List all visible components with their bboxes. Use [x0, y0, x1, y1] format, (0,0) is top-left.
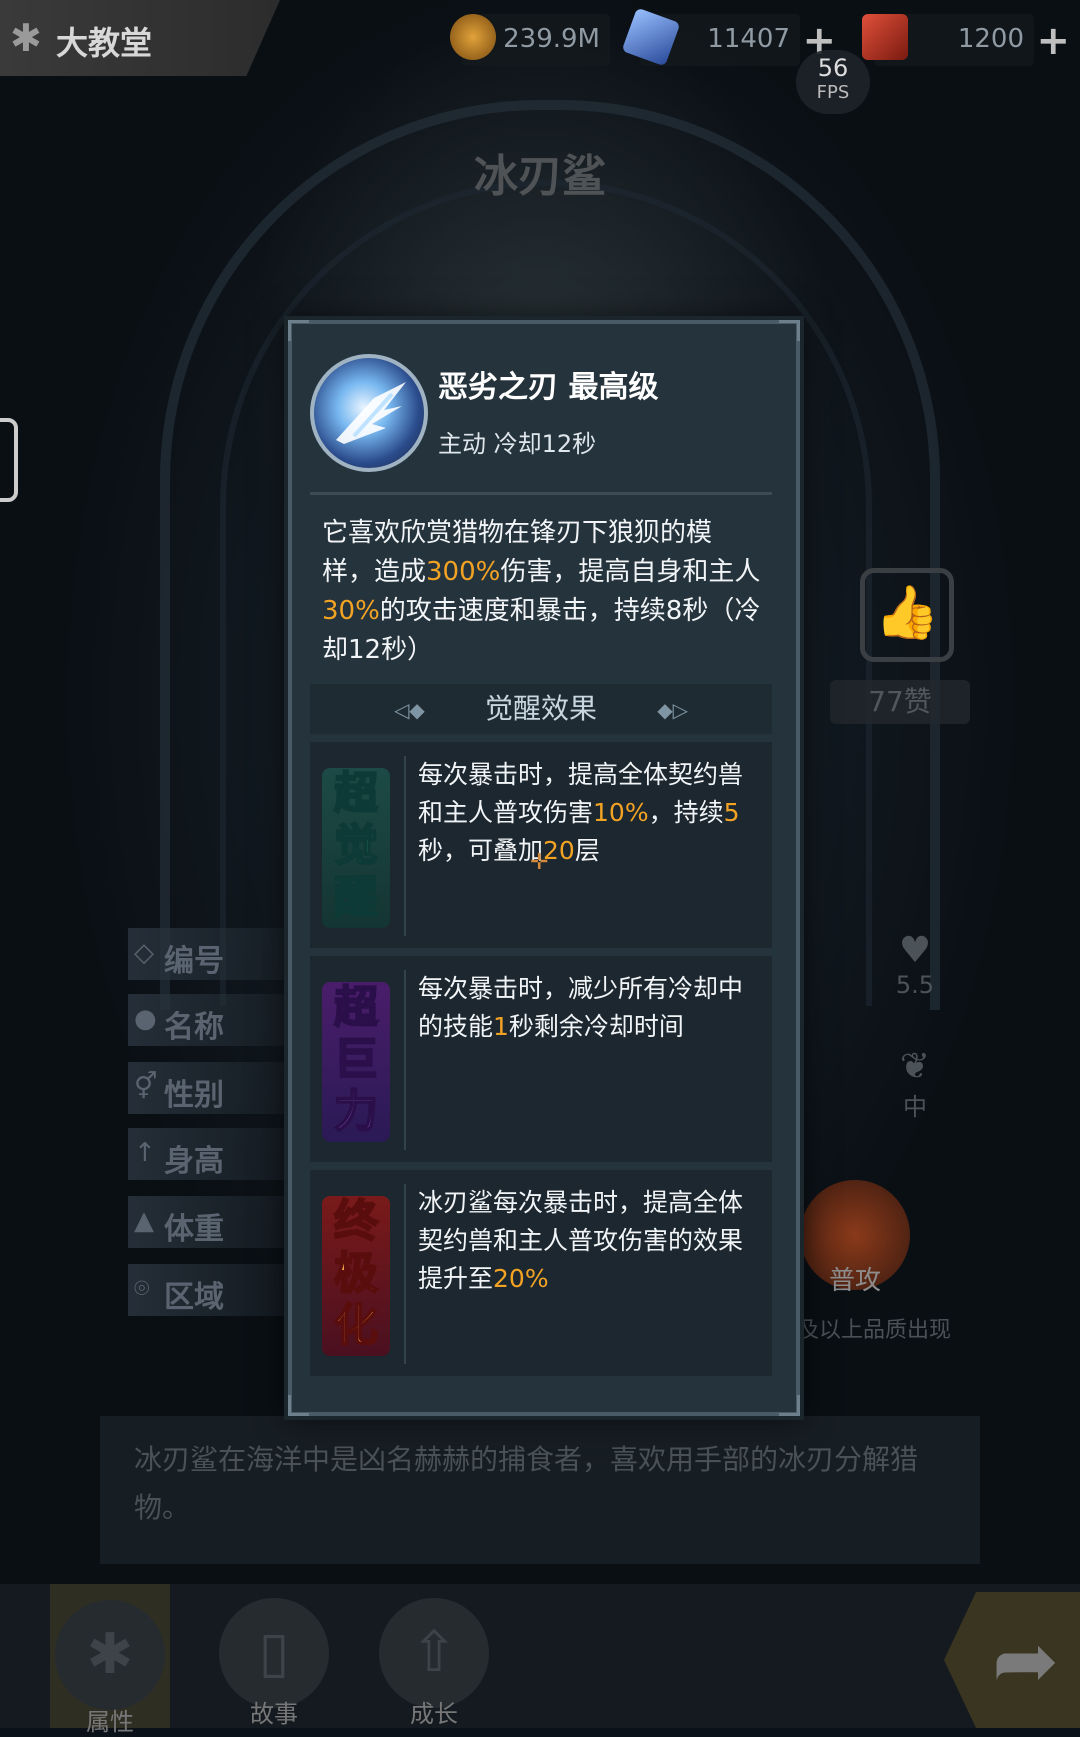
diamond-icon: ◇: [134, 938, 154, 968]
ticket-value: 1200: [957, 24, 1024, 54]
crystal-value: 11407: [707, 24, 790, 54]
weight-icon: ▲: [134, 1206, 154, 1236]
crosshair-cursor-icon: ✛: [530, 850, 549, 875]
divider: [404, 1184, 406, 1364]
character-description-box: 冰刃鲨在海洋中是凶名赫赫的捕食者，喜欢用手部的冰刃分解猎物。: [100, 1416, 980, 1564]
crystal-icon: [621, 7, 681, 67]
skill-cooldown: 主动 冷却12秒: [438, 430, 597, 458]
like-button[interactable]: 👍: [860, 568, 954, 662]
divider: [404, 970, 406, 1150]
forward-arrow-icon: ➦: [992, 1614, 1060, 1707]
side-handle[interactable]: [0, 418, 18, 502]
super-awaken-badge: 超觉醒: [322, 767, 390, 928]
tab-attributes[interactable]: ✱ 属性: [50, 1584, 170, 1736]
speed-stat: ❦ 中: [888, 1046, 942, 1122]
quality-note: 白及以上品质出现: [775, 1318, 952, 1343]
skill-description: 它喜欢欣赏猎物在锋刃下狼狈的模样，造成300%伤害，提高自身和主人30%的攻击速…: [322, 518, 761, 665]
awaken-row-3: 终极化 冰刃鲨每次暴击时，提高全体契约兽和主人普攻伤害的效果提升至20%: [310, 1170, 772, 1376]
fps-label: FPS: [816, 82, 850, 103]
book-icon: ▯: [219, 1598, 329, 1708]
divider: [404, 756, 406, 936]
awaken-title: 觉醒效果: [484, 692, 597, 725]
frame-corner: [288, 1395, 309, 1416]
awaken-1-text: 每次暴击时，提高全体契约兽和主人普攻伤害10%，持续5秒，可叠加20层: [418, 760, 744, 865]
ticket-add-button[interactable]: +: [1036, 18, 1070, 64]
fps-value: 56: [817, 54, 849, 82]
tab-story[interactable]: ▯ 故事: [214, 1598, 334, 1728]
up-arrow-icon: ⇧: [379, 1598, 489, 1708]
diamond-ornament-icon: ◁◆: [394, 698, 425, 722]
frame-corner: [779, 320, 800, 341]
ice-blade-skill-icon: [310, 354, 428, 472]
like-count: 77赞: [830, 680, 970, 724]
character-name: 冰刃鲨: [474, 151, 606, 202]
awaken-row-1: 超觉醒 每次暴击时，提高全体契约兽和主人普攻伤害10%，持续5秒，可叠加20层: [310, 742, 772, 948]
location-title: 大教堂: [56, 24, 153, 62]
fps-counter: 56 FPS: [796, 50, 870, 114]
character-description: 冰刃鲨在海洋中是凶名赫赫的捕食者，喜欢用手部的冰刃分解猎物。: [134, 1443, 919, 1524]
top-bar: ✱ 大教堂 239.9M 11407 + 1200 + 56 FPS: [0, 0, 1080, 114]
wing-icon: ❦: [899, 1046, 931, 1087]
gear-icon: ✱: [10, 16, 42, 60]
ultimate-badge: 终极化: [322, 1195, 390, 1356]
heart-stat: ♥ 5.5: [888, 930, 942, 999]
drop-icon: ●: [134, 1004, 157, 1034]
location-tab[interactable]: ✱ 大教堂: [0, 0, 280, 76]
heart-icon: ♥: [898, 930, 932, 971]
up-arrow-icon: ↑: [134, 1138, 156, 1168]
divider: [310, 492, 772, 495]
gold-value: 239.9M: [503, 24, 600, 54]
thumbs-up-icon: 👍: [874, 583, 940, 643]
frame-corner: [288, 320, 309, 341]
frame-corner: [779, 1395, 800, 1416]
attack-label: 普攻: [828, 1266, 881, 1296]
diamond-ornament-icon: ◆▷: [657, 698, 688, 722]
awaken-header: ◁◆ 觉醒效果 ◆▷: [310, 684, 772, 734]
gender-icon: ⚥: [134, 1072, 158, 1102]
skill-name: 恶劣之刃 最高级: [438, 370, 659, 405]
location-pin-icon: ⌾: [134, 1274, 150, 1304]
awaken-3-text: 冰刃鲨每次暴击时，提高全体契约兽和主人普攻伤害的效果提升至20%: [418, 1188, 744, 1293]
ticket-counter: 1200 +: [862, 14, 1070, 66]
crystal-counter: 11407 +: [621, 7, 836, 67]
super-power-badge: 超巨力: [322, 981, 390, 1142]
awaken-row-2: 超巨力 每次暴击时，减少所有冷却中的技能1秒剩余冷却时间: [310, 956, 772, 1162]
coin-icon: [450, 14, 496, 60]
paw-icon: ✱: [55, 1600, 165, 1710]
awaken-2-text: 每次暴击时，减少所有冷却中的技能1秒剩余冷却时间: [418, 974, 744, 1041]
gold-counter: 239.9M: [450, 14, 610, 66]
attack-skill-orb[interactable]: 普攻: [800, 1180, 910, 1296]
tab-growth[interactable]: ⇧ 成长: [374, 1598, 494, 1728]
